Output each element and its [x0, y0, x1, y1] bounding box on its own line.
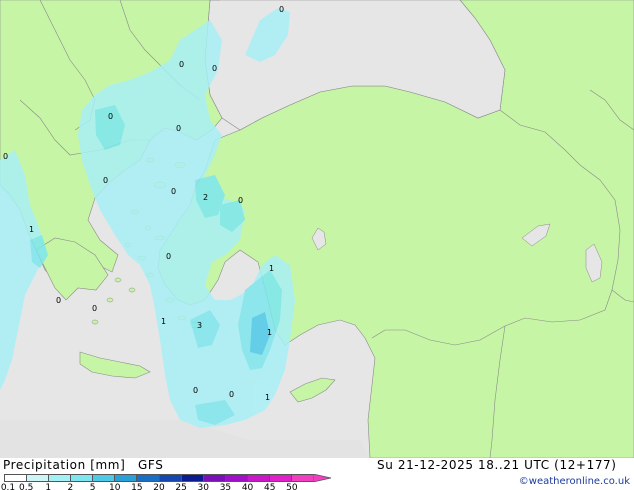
map-value-label: 0	[103, 176, 108, 185]
colorbar-tick-label: 0.5	[18, 483, 34, 490]
colorbar-tick-label: 45	[263, 483, 276, 490]
map-value-label: 2	[203, 193, 208, 202]
map-value-label: 3	[197, 321, 202, 330]
map-value-label: 0	[193, 386, 198, 395]
colorbar-tick-label: 20	[153, 483, 165, 490]
colorbar-arrow	[313, 474, 332, 482]
map-value-label: 1	[269, 264, 274, 273]
legend-footer: Precipitation [mm] GFS Su 21-12-2025 18.…	[0, 458, 634, 490]
map-value-label: 0	[229, 390, 234, 399]
forecast-datetime: Su 21-12-2025 18..21 UTC (12+177)	[377, 458, 617, 472]
map-view: 0 0 0 0 0 0 0 0 2 0 1 0 0 1 3 1 1 0 0 1 …	[0, 0, 634, 490]
colorbar-ticks: 0.1 0.5 1 2 5 10 15 20 25 30 35 40 45 50	[0, 458, 314, 490]
precipitation-map: 0 0 0 0 0 0 0 0 2 0 1 0 0 1 3 1 1 0 0 1 …	[0, 0, 634, 458]
colorbar-tick-label: 35	[219, 483, 232, 490]
map-value-label: 1	[161, 317, 166, 326]
colorbar-tick-label: 15	[131, 483, 143, 490]
map-value-label: 0	[212, 64, 217, 73]
map-value-label: 0	[238, 196, 243, 205]
colorbar-tick-label: 2	[67, 483, 74, 490]
map-value-label: 0	[179, 60, 184, 69]
map-value-label: 0	[108, 112, 113, 121]
colorbar-tick-label: 1	[45, 483, 52, 490]
map-value-label: 1	[267, 328, 272, 337]
map-value-label: 0	[171, 187, 176, 196]
map-value-label: 1	[29, 225, 34, 234]
map-value-label: 0	[176, 124, 181, 133]
colorbar-tick-label: 5	[89, 483, 96, 490]
map-value-label: 0	[279, 5, 284, 14]
map-value-label: 0	[56, 296, 61, 305]
colorbar-tick-label: 40	[241, 483, 254, 490]
credit[interactable]: ©weatheronline.co.uk	[519, 476, 630, 487]
map-value-label: 0	[3, 152, 8, 161]
colorbar-tick-label: 10	[108, 483, 121, 490]
colorbar-tick-label: 50	[286, 483, 298, 490]
map-value-label: 0	[166, 252, 171, 261]
map-value-label: 0	[92, 304, 97, 313]
colorbar-tick-label: 25	[175, 483, 187, 490]
colorbar-tick-label: 30	[197, 483, 210, 490]
map-value-label: 1	[265, 393, 270, 402]
colorbar-tick-label: 0.1	[0, 483, 16, 490]
